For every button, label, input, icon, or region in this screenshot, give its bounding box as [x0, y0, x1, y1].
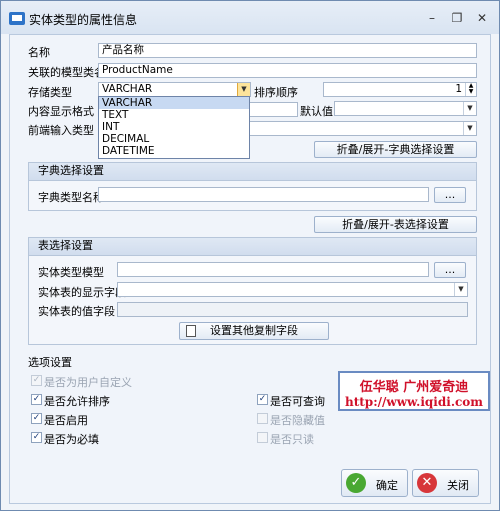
checkbox-enabled[interactable]: ✓: [31, 413, 42, 424]
required-label: 是否为必填: [44, 433, 99, 446]
storage-option-datetime[interactable]: DATETIME: [99, 145, 249, 157]
value-field-input[interactable]: [117, 302, 468, 317]
allow-sort-label: 是否允许排序: [44, 395, 110, 408]
chevron-down-icon[interactable]: ▼: [463, 122, 476, 135]
entity-browse-button[interactable]: ...: [434, 262, 466, 278]
storage-type-label: 存储类型: [28, 86, 72, 99]
name-input[interactable]: 产品名称: [98, 43, 477, 58]
storage-type-value: VARCHAR: [102, 83, 153, 95]
toggle-table-settings-button[interactable]: 折叠/展开-表选择设置: [314, 216, 477, 233]
copy-icon: [186, 325, 196, 337]
ok-button[interactable]: ✓ 确定: [341, 469, 408, 497]
storage-option-text[interactable]: TEXT: [99, 109, 249, 121]
storage-option-int[interactable]: INT: [99, 121, 249, 133]
checkbox-hide-value[interactable]: [257, 413, 268, 424]
sort-order-stepper[interactable]: 1 ▲ ▼: [323, 82, 477, 97]
entity-model-input[interactable]: [117, 262, 429, 277]
checkbox-user-defined[interactable]: ✓: [31, 375, 42, 386]
close-icon: ✕: [417, 473, 437, 493]
display-format-label: 内容显示格式: [28, 105, 94, 118]
close-button[interactable]: ✕ 关闭: [412, 469, 479, 497]
ok-label: 确定: [376, 479, 398, 492]
close-window-button[interactable]: ✕: [472, 10, 492, 26]
user-defined-label: 是否为用户自定义: [44, 376, 132, 389]
value-field-label: 实体表的值字段: [38, 305, 115, 318]
minimize-button[interactable]: –: [422, 10, 442, 26]
entity-model-label: 实体类型模型: [38, 266, 104, 279]
copy-fields-button[interactable]: 设置其他复制字段: [179, 322, 329, 340]
spinner-arrows-icon[interactable]: ▲ ▼: [465, 83, 476, 96]
close-label: 关闭: [447, 479, 469, 492]
app-icon: [9, 12, 25, 25]
dict-type-input[interactable]: [98, 187, 429, 202]
dict-type-label: 字典类型名称: [38, 191, 104, 204]
default-value-select[interactable]: ▼: [334, 101, 477, 116]
dict-settings-group: 字典选择设置 字典类型名称 ...: [28, 162, 477, 211]
restore-button[interactable]: ❐: [447, 10, 467, 26]
checkbox-required[interactable]: ✓: [31, 432, 42, 443]
frontend-input-type-label: 前端输入类型: [28, 124, 94, 137]
model-class-label: 关联的模型类名: [28, 66, 105, 79]
watermark-stamp: 伍华聪 广州爱奇迪 http://www.iqidi.com: [338, 371, 490, 411]
model-class-input[interactable]: ProductName: [98, 63, 477, 78]
checkmark-icon: ✓: [346, 473, 366, 493]
read-only-label: 是否只读: [270, 433, 314, 446]
storage-option-varchar[interactable]: VARCHAR: [99, 97, 249, 109]
storage-option-decimal[interactable]: DECIMAL: [99, 133, 249, 145]
display-field-label: 实体表的显示字段: [38, 286, 126, 299]
chevron-down-icon[interactable]: ▼: [237, 83, 250, 96]
window-title: 实体类型的属性信息: [29, 13, 138, 27]
storage-type-dropdown-list[interactable]: VARCHAR TEXT INT DECIMAL DATETIME: [98, 96, 250, 159]
watermark-line1: 伍华聪 广州爱奇迪: [359, 380, 469, 395]
dict-group-title: 字典选择设置: [29, 163, 476, 181]
storage-type-select[interactable]: VARCHAR ▼: [98, 82, 251, 97]
checkbox-read-only[interactable]: [257, 432, 268, 443]
default-value-label: 默认值: [300, 105, 333, 118]
title-bar[interactable]: 实体类型的属性信息 – ❐ ✕: [1, 1, 499, 34]
queryable-label: 是否可查询: [270, 395, 325, 408]
dict-browse-button[interactable]: ...: [434, 187, 466, 203]
dialog-body: 名称 产品名称 关联的模型类名 ProductName 存储类型 VARCHAR…: [9, 34, 491, 504]
watermark-line2: http://www.iqidi.com: [345, 395, 483, 409]
sort-order-value: 1: [455, 83, 462, 95]
display-field-select[interactable]: ▼: [117, 282, 468, 297]
checkbox-queryable[interactable]: ✓: [257, 394, 268, 405]
options-title: 选项设置: [28, 356, 72, 369]
dialog-window: 实体类型的属性信息 – ❐ ✕ 名称 产品名称 关联的模型类名 ProductN…: [0, 0, 500, 511]
table-settings-group: 表选择设置 实体类型模型 ... 实体表的显示字段 ▼ 实体表的值字段 设置其他…: [28, 237, 477, 345]
chevron-down-icon[interactable]: ▼: [454, 283, 467, 296]
sort-order-label: 排序顺序: [254, 86, 298, 99]
checkbox-allow-sort[interactable]: ✓: [31, 394, 42, 405]
copy-fields-label: 设置其他复制字段: [210, 324, 298, 337]
hide-value-label: 是否隐藏值: [270, 414, 325, 427]
table-group-title: 表选择设置: [29, 238, 476, 256]
toggle-dict-settings-button[interactable]: 折叠/展开-字典选择设置: [314, 141, 477, 158]
chevron-down-icon[interactable]: ▼: [463, 102, 476, 115]
enabled-label: 是否启用: [44, 414, 88, 427]
name-label: 名称: [28, 46, 50, 59]
